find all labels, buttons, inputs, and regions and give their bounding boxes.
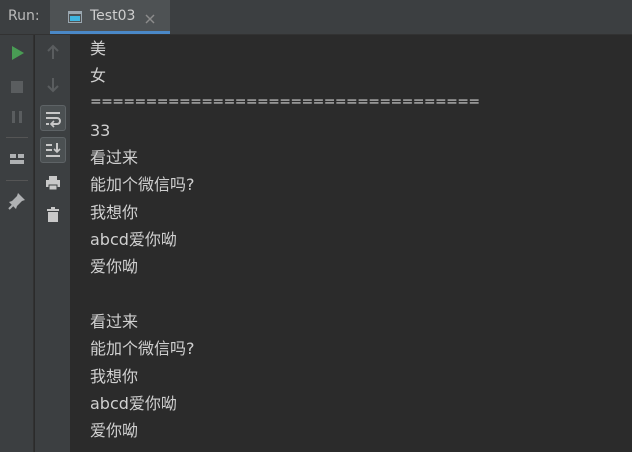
scroll-to-end-icon[interactable] (40, 137, 66, 163)
console-tab-icon (68, 9, 82, 23)
scroll-down-icon[interactable] (41, 73, 65, 97)
console-line: 美 (90, 39, 107, 58)
print-icon[interactable] (41, 171, 65, 195)
toolbar-separator (6, 180, 28, 181)
console-line: 能加个微信吗? (90, 339, 195, 358)
console-line: 我想你 (90, 367, 139, 386)
console-line: 看过来 (90, 312, 139, 331)
toolbar-separator (6, 137, 28, 138)
console-line: 爱你呦 (90, 257, 139, 276)
console-line: 女 (90, 66, 107, 85)
console-line: abcd爱你呦 (90, 394, 177, 413)
scroll-up-icon[interactable] (41, 40, 65, 64)
console-line: abcd爱你呦 (90, 230, 177, 249)
console-line: =================================== (90, 94, 480, 110)
soft-wrap-icon[interactable] (40, 105, 66, 131)
run-label: Run: (8, 8, 40, 24)
pause-icon[interactable] (5, 105, 29, 129)
console-line: 我想你 (90, 203, 139, 222)
run-toolbar (0, 35, 34, 452)
pin-icon[interactable] (5, 189, 29, 213)
console-line: 看过来 (90, 148, 139, 167)
run-header: Run: Test03 (0, 0, 632, 35)
stop-icon[interactable] (5, 75, 29, 99)
console-line: 33 (90, 121, 111, 140)
close-icon[interactable] (144, 10, 156, 24)
console-output[interactable]: 美 女 =================================== … (71, 35, 632, 452)
trash-icon[interactable] (41, 203, 65, 227)
run-icon[interactable] (5, 41, 29, 65)
run-tool-window: Run: Test03 美 女 ========================… (0, 0, 632, 452)
console-line: 爱你呦 (90, 421, 139, 440)
console-line: 能加个微信吗? (90, 175, 195, 194)
tab-label: Test03 (90, 8, 136, 24)
tab-test03[interactable]: Test03 (50, 0, 170, 34)
console-toolbar (35, 35, 71, 452)
layout-icon[interactable] (5, 147, 29, 171)
